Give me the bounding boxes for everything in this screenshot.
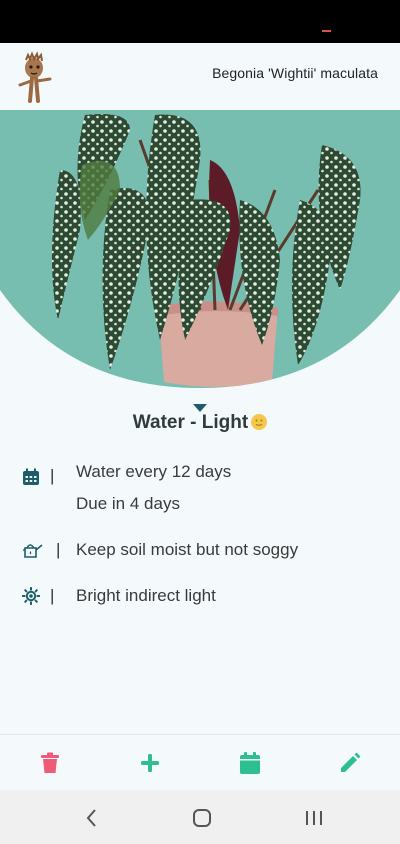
calendar-icon	[240, 752, 260, 774]
home-icon	[193, 809, 211, 827]
groot-mascot-icon	[16, 51, 56, 103]
section-title: Water - Light	[0, 412, 400, 434]
action-toolbar	[0, 735, 400, 790]
delete-button[interactable]	[38, 751, 62, 775]
water-frequency: Water every 12 days	[76, 462, 232, 481]
recents-button[interactable]	[302, 806, 326, 830]
plant-photo	[0, 110, 400, 388]
header: Begonia 'Wightii' maculata	[0, 43, 400, 110]
separator: |	[50, 586, 55, 605]
water-schedule-row: | Water every 12 days Due in 4 days	[0, 462, 400, 522]
soil-row: | Keep soil moist but not soggy	[0, 540, 400, 564]
status-indicator	[322, 30, 331, 32]
water-due: Due in 4 days	[76, 494, 180, 513]
light-instruction: Bright indirect light	[76, 586, 216, 605]
status-bar	[0, 0, 400, 43]
home-button[interactable]	[190, 806, 214, 830]
back-chevron-icon	[86, 809, 96, 827]
smiley-emoji-icon	[251, 414, 268, 430]
pencil-icon	[341, 752, 361, 772]
recents-icon	[306, 811, 322, 825]
calendar-button[interactable]	[238, 751, 262, 775]
sun-icon	[21, 586, 41, 606]
section-title-text: Water - Light	[132, 412, 249, 433]
plant-name: Begonia 'Wightii' maculata	[212, 65, 378, 81]
back-button[interactable]	[80, 806, 104, 830]
add-button[interactable]	[138, 751, 162, 775]
soil-instruction: Keep soil moist but not soggy	[76, 540, 299, 559]
separator: |	[56, 540, 61, 559]
light-row: | Bright indirect light	[0, 586, 400, 610]
plus-icon	[141, 754, 159, 772]
caret-down-icon	[193, 404, 207, 412]
edit-button[interactable]	[338, 751, 362, 775]
watering-can-icon	[22, 541, 44, 559]
calendar-icon	[22, 468, 40, 486]
trash-icon	[41, 752, 59, 773]
separator: |	[50, 466, 55, 485]
system-nav-bar	[0, 790, 400, 844]
